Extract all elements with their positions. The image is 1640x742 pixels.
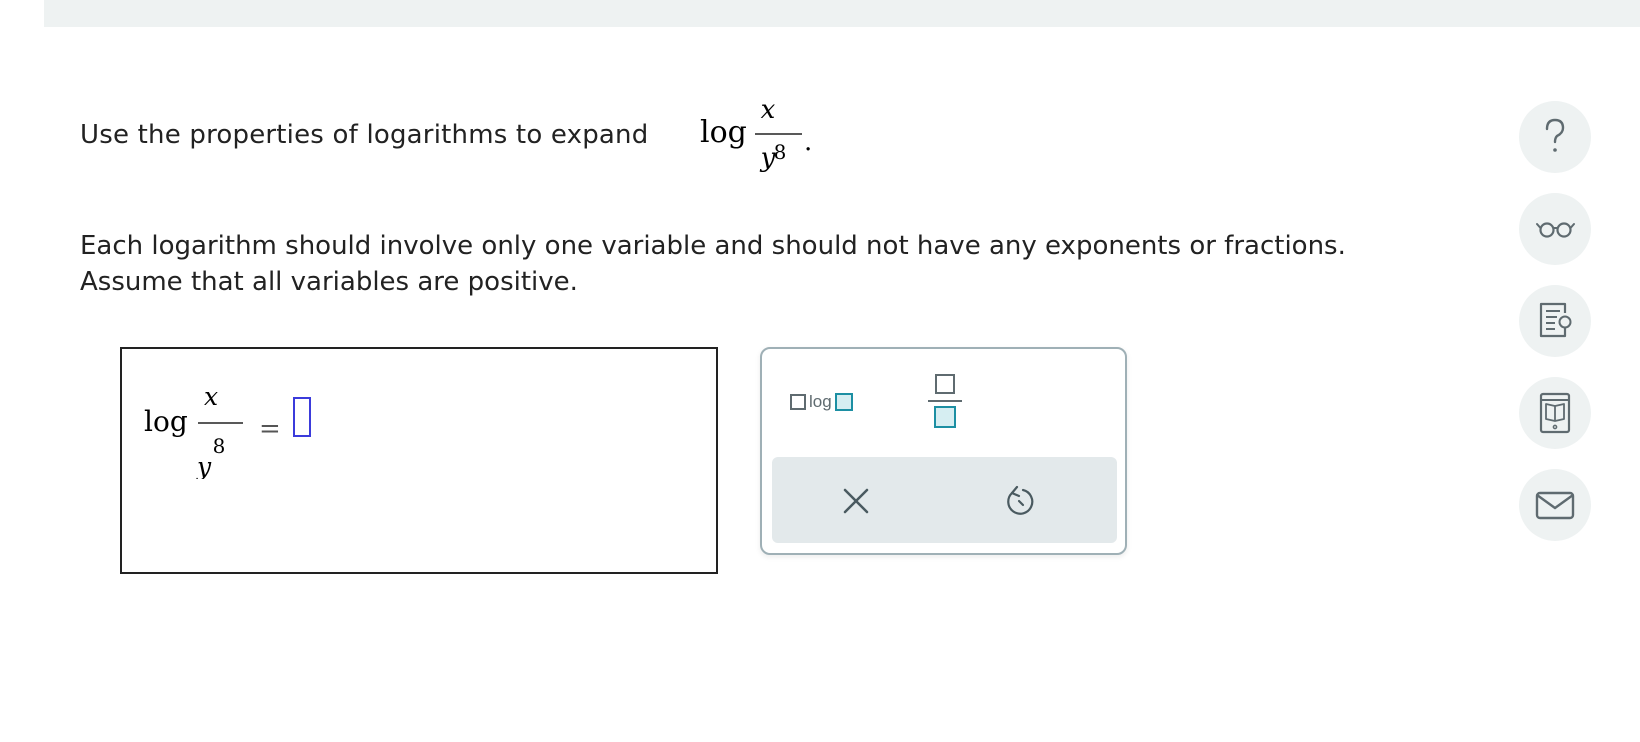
math-palette: log [760,347,1127,555]
answer-expression: log x y 8 = [144,382,281,479]
glasses-icon [1536,222,1575,238]
fraction-numerator-icon [935,374,955,394]
instructions-line-2: Assume that all variables are positive. [80,267,578,297]
log-button-label: log [809,392,832,411]
read-aloud-button[interactable] [1519,193,1591,265]
fraction-denominator-icon [934,406,956,428]
fraction-template-button[interactable] [928,374,962,430]
answer-numerator: x [204,382,218,411]
answer-box[interactable]: log x y 8 = [120,347,718,574]
prompt-period: . [804,127,812,157]
log-argument-placeholder-icon [790,394,806,410]
undo-button[interactable] [997,479,1041,523]
question-prompt: Use the properties of logarithms to expa… [80,120,648,150]
answer-log-func: log [144,405,188,438]
textbook-button[interactable] [1519,377,1591,449]
worksheet-button[interactable] [1519,285,1591,357]
answer-input-slot[interactable] [293,397,311,437]
top-bar [44,0,1640,27]
answer-equals-sign: = [259,414,281,444]
help-icon [1545,118,1565,152]
textbook-icon [1539,392,1571,434]
messages-button[interactable] [1519,469,1591,541]
prompt-numerator: x [761,96,776,125]
log-input-placeholder-icon [834,393,853,411]
worksheet-icon [1539,302,1572,338]
answer-denominator-exponent: 8 [213,434,226,458]
close-icon [843,488,869,514]
palette-action-bar [772,457,1117,543]
mail-icon [1535,491,1575,520]
instructions-line-1: Each logarithm should involve only one v… [80,231,1346,261]
top-bar-spacer [0,0,43,27]
prompt-denominator-exponent: 8 [774,140,787,164]
prompt-log-func: log [700,115,747,150]
answer-denominator-base: y [196,452,212,479]
help-button[interactable] [1519,101,1591,173]
undo-icon [1007,485,1034,515]
prompt-text: Use the properties of logarithms to expa… [80,120,649,150]
prompt-expression: log x y 8 . [700,96,812,173]
log-template-button[interactable]: log [790,389,866,415]
question-instructions: Each logarithm should involve only one v… [80,228,1480,300]
clear-button[interactable] [834,479,878,523]
fraction-bar-icon [928,400,962,402]
